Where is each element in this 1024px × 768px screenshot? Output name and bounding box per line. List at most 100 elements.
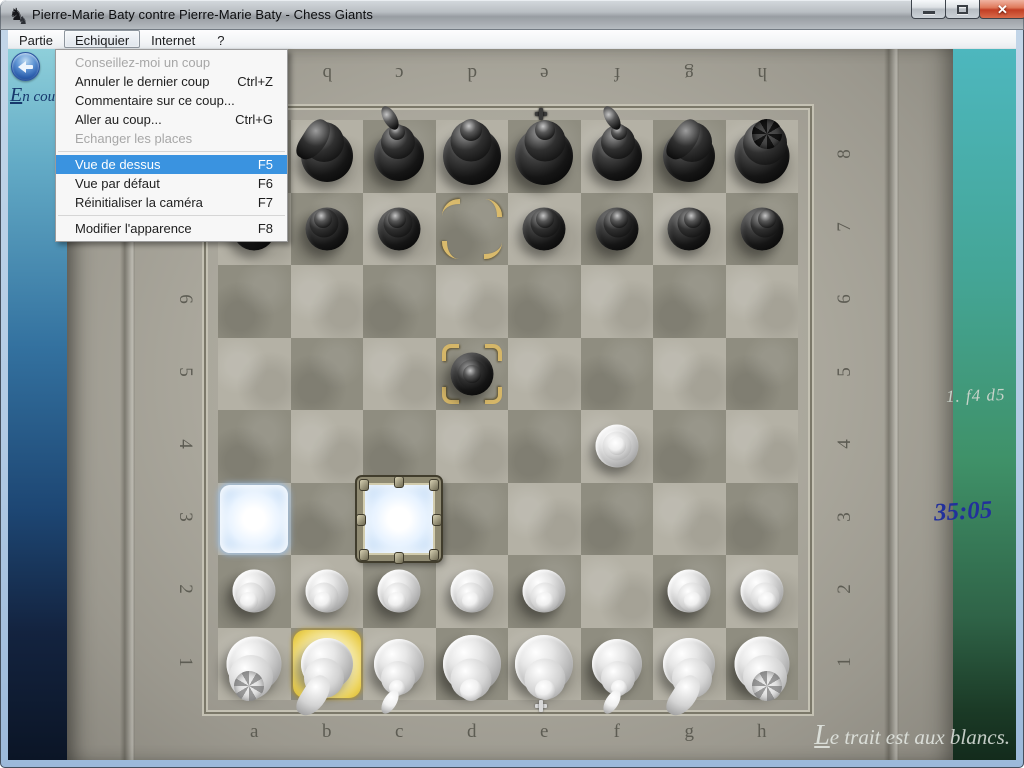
square-f5[interactable] — [581, 338, 654, 411]
menu-item-reinitialiser-la-camera[interactable]: Réinitialiser la caméraF7 — [56, 193, 287, 212]
square-c4[interactable] — [363, 410, 436, 483]
frame-ornament — [432, 514, 442, 526]
menu-item-label: Aller au coup... — [75, 112, 162, 127]
file-label-bottom-g: g — [653, 721, 726, 743]
rank-label-right-1: 1 — [834, 648, 856, 676]
piece-head — [536, 210, 554, 228]
square-g4[interactable] — [653, 410, 726, 483]
square-d3[interactable] — [436, 483, 509, 556]
menu-item-label: Commentaire sur ce coup... — [75, 93, 235, 108]
square-h6[interactable] — [726, 265, 799, 338]
menu-item-shortcut: F5 — [258, 155, 273, 174]
square-e4[interactable] — [508, 410, 581, 483]
menu-item-label: Réinitialiser la caméra — [75, 195, 203, 210]
menu-item-label: Conseillez-moi un coup — [75, 55, 210, 70]
menubar-item-echiquier[interactable]: Echiquier — [64, 30, 140, 48]
square-a6[interactable] — [218, 265, 291, 338]
piece-head — [314, 592, 332, 610]
menu-item-vue-de-dessus[interactable]: Vue de dessusF5 — [56, 155, 287, 174]
square-b4[interactable] — [291, 410, 364, 483]
close-button[interactable]: ✕ — [979, 0, 1024, 19]
menubar-item-internet[interactable]: Internet — [140, 30, 206, 48]
maximize-button[interactable] — [945, 0, 980, 19]
menu-item-conseillez-moi-un-coup: Conseillez-moi un coup — [56, 53, 287, 72]
piece-head — [462, 592, 480, 610]
file-label-top-f: f — [581, 62, 654, 84]
last-move-to-marker — [442, 387, 459, 404]
square-h5[interactable] — [726, 338, 799, 411]
frame-ornament — [359, 479, 369, 491]
piece-head — [460, 679, 482, 701]
menu-item-aller-au-coup[interactable]: Aller au coup...Ctrl+G — [56, 110, 287, 129]
file-label-top-c: c — [363, 62, 436, 84]
square-h4[interactable] — [726, 410, 799, 483]
square-d4[interactable] — [436, 410, 509, 483]
menu-item-modifier-l-apparence[interactable]: Modifier l'apparenceF8 — [56, 219, 287, 238]
square-a4[interactable] — [218, 410, 291, 483]
file-label-top-b: b — [291, 62, 364, 84]
hover-frame-square-c3[interactable] — [357, 477, 441, 561]
square-f3[interactable] — [581, 483, 654, 556]
menu-item-label: Annuler le dernier coup — [75, 74, 209, 89]
piece-head — [460, 119, 482, 141]
menu-item-annuler-le-dernier-coup[interactable]: Annuler le dernier coup Ctrl+Z — [56, 72, 287, 91]
piece-head — [388, 592, 406, 610]
square-h3[interactable] — [726, 483, 799, 556]
square-a5[interactable] — [218, 338, 291, 411]
file-label-bottom-b: b — [291, 721, 364, 743]
menu-item-commentaire-sur-ce-coup[interactable]: Commentaire sur ce coup... — [56, 91, 287, 110]
app-icon-small-knight: ♞ — [18, 11, 28, 31]
square-e5[interactable] — [508, 338, 581, 411]
last-move-to-marker — [485, 344, 502, 361]
square-b5[interactable] — [291, 338, 364, 411]
square-e3[interactable] — [508, 483, 581, 556]
piece-head — [535, 680, 555, 700]
rank-label-right-3: 3 — [834, 503, 856, 531]
square-f2[interactable] — [581, 555, 654, 628]
menubar-item-partie[interactable]: Partie — [8, 30, 64, 48]
file-label-top-g: g — [653, 62, 726, 84]
turn-banner: Le trait est aux blancs. — [814, 720, 1010, 752]
piece-head — [758, 210, 776, 228]
rank-label-right-5: 5 — [834, 358, 856, 386]
file-label-bottom-a: a — [218, 721, 291, 743]
piece-head — [388, 210, 406, 228]
square-b3[interactable] — [291, 483, 364, 556]
king-cross-icon — [539, 700, 543, 712]
back-arrow-icon-bar — [25, 65, 33, 69]
rook-crenellation — [752, 671, 782, 701]
file-label-top-h: h — [726, 62, 799, 84]
square-g3[interactable] — [653, 483, 726, 556]
king-cross-icon — [539, 108, 543, 120]
rank-label-left-1: 1 — [174, 648, 196, 676]
move-hint-square-a3[interactable] — [220, 485, 288, 553]
square-g5[interactable] — [653, 338, 726, 411]
title-bar[interactable]: ♞♞ Pierre-Marie Baty contre Pierre-Marie… — [0, 0, 1024, 30]
piece-head — [610, 210, 628, 228]
square-c5[interactable] — [363, 338, 436, 411]
rank-label-right-4: 4 — [834, 430, 856, 458]
rook-crenellation — [234, 671, 264, 701]
menu-item-shortcut: F8 — [258, 219, 273, 238]
menu-item-vue-par-defaut[interactable]: Vue par défautF6 — [56, 174, 287, 193]
back-button[interactable] — [11, 52, 40, 81]
rank-label-right-2: 2 — [834, 575, 856, 603]
rank-label-left-3: 3 — [174, 503, 196, 531]
square-g6[interactable] — [653, 265, 726, 338]
rank-label-left-5: 5 — [174, 358, 196, 386]
menubar-item-aide[interactable]: ? — [206, 30, 235, 48]
rank-label-right-6: 6 — [834, 285, 856, 313]
square-b6[interactable] — [291, 265, 364, 338]
frame-ornament — [429, 549, 439, 561]
piece-head — [684, 210, 702, 228]
square-c6[interactable] — [363, 265, 436, 338]
square-f6[interactable] — [581, 265, 654, 338]
square-e6[interactable] — [508, 265, 581, 338]
frame-ornament — [429, 479, 439, 491]
square-d6[interactable] — [436, 265, 509, 338]
frame-ornament — [356, 514, 366, 526]
minimize-button[interactable] — [911, 0, 946, 19]
menu-item-shortcut: Ctrl+Z — [237, 72, 273, 91]
piece-head — [314, 210, 332, 228]
menu-item-label: Echanger les places — [75, 131, 192, 146]
